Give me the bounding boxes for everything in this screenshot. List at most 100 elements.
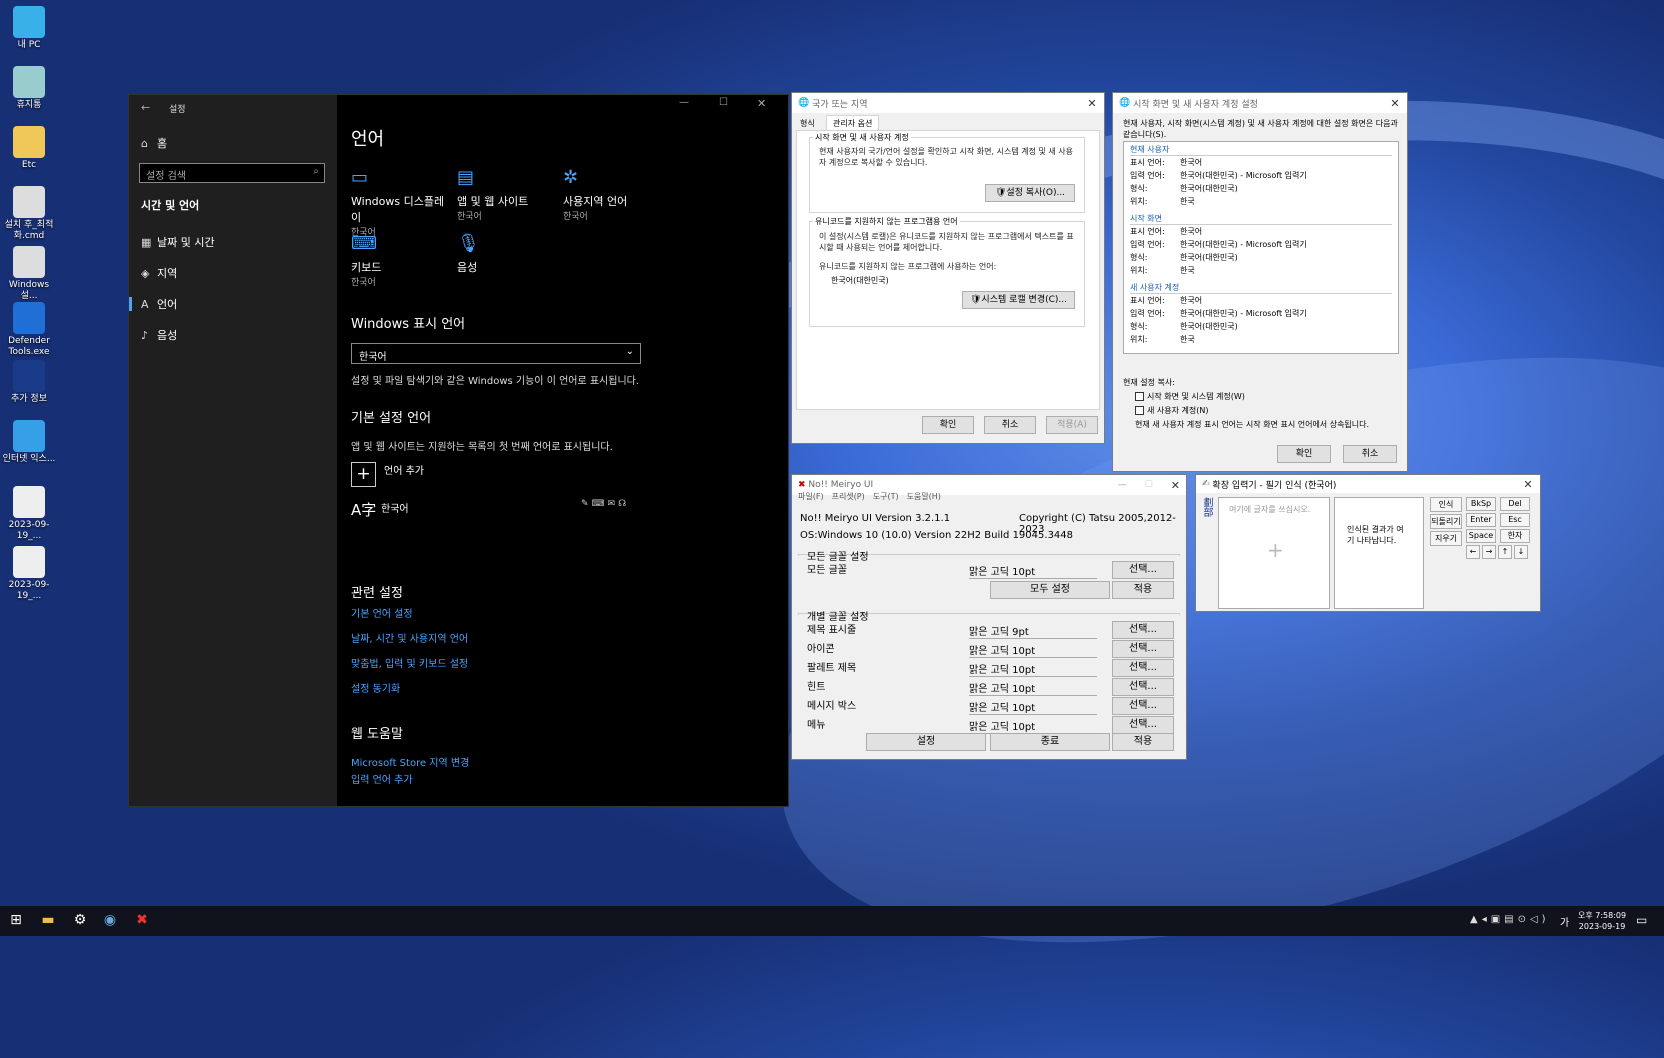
notification-icon[interactable]: ▭ — [1636, 913, 1647, 927]
display-lang-select[interactable]: 한국어 ⌄ — [351, 343, 641, 364]
ime-key[interactable]: 한자 — [1500, 529, 1530, 543]
writing-pad[interactable]: 여기에 글자를 쓰십시오. + — [1218, 497, 1330, 609]
nav-home[interactable]: ⌂ 홈 — [141, 135, 167, 151]
cancel-button[interactable]: 취소 — [984, 416, 1036, 434]
tab-format[interactable]: 형식 — [800, 118, 815, 129]
browser-icon[interactable]: ◉ — [100, 912, 120, 930]
ok-button[interactable]: 확인 — [1277, 445, 1331, 463]
checkbox-welcome-screen[interactable]: 시작 화면 및 시스템 계정(W) — [1135, 391, 1245, 402]
ime-key[interactable]: ← — [1466, 545, 1480, 559]
ime-key[interactable]: Enter — [1466, 513, 1496, 527]
exit-button[interactable]: 종료 — [990, 733, 1110, 751]
copy-settings-button[interactable]: 🛡설정 복사(O)... — [985, 184, 1075, 202]
language-tile[interactable]: 🎙 음성 — [457, 233, 557, 275]
font-select-button[interactable]: 선택... — [1112, 716, 1174, 734]
side-mode-buttons[interactable]: 劃部 — [1199, 497, 1213, 517]
desktop-icon[interactable]: Defender Tools.exe — [0, 302, 58, 358]
sidebar-item[interactable]: ◈ 지역 — [141, 265, 177, 281]
close-icon[interactable]: ✕ — [1080, 97, 1104, 110]
change-locale-button[interactable]: 🛡시스템 로캘 변경(C)... — [962, 291, 1075, 309]
desktop-icon[interactable]: 2023-09-19_... — [0, 486, 58, 542]
all-select-button[interactable]: 선택... — [1112, 561, 1174, 579]
minimize-icon[interactable]: — — [1118, 480, 1127, 490]
apply-button[interactable]: 적용(A) — [1046, 416, 1098, 434]
ime-key[interactable]: → — [1482, 545, 1496, 559]
language-tile[interactable]: ⌨ 키보드 한국어 — [351, 233, 451, 288]
summary-value: 한국어(대한민국) — [1180, 322, 1238, 331]
desktop-icon[interactable]: 인터넷 익스... — [0, 420, 58, 465]
ime-key[interactable]: BkSp — [1466, 497, 1496, 511]
search-input[interactable]: 설정 검색 ⌕ — [139, 163, 325, 183]
ime-key[interactable]: ↓ — [1514, 545, 1528, 559]
minimize-icon[interactable]: — — [679, 97, 689, 108]
language-item[interactable]: 한국어 — [381, 500, 409, 515]
start-windows-icon[interactable]: ⊞ — [6, 912, 26, 930]
related-link[interactable]: 맞춤법, 입력 및 키보드 설정 — [351, 655, 468, 670]
ime-action-button[interactable]: 지우기 — [1430, 531, 1462, 546]
maximize-icon[interactable]: ☐ — [719, 97, 728, 108]
ime-key[interactable]: Del — [1500, 497, 1530, 511]
ime-indicator[interactable]: 가 — [1560, 914, 1569, 929]
menu-item[interactable]: 프리셋(P) — [832, 492, 865, 501]
desktop-icon[interactable]: 추가 정보 — [0, 360, 58, 405]
font-select-button[interactable]: 선택... — [1112, 621, 1174, 639]
ime-key[interactable]: Space — [1466, 529, 1496, 543]
ime-key[interactable]: Esc — [1500, 513, 1530, 527]
font-select-button[interactable]: 선택... — [1112, 659, 1174, 677]
close-icon[interactable]: ✕ — [1516, 478, 1540, 491]
region-icon: ◈ — [141, 267, 150, 280]
checkbox-new-user[interactable]: 새 사용자 계정(N) — [1135, 405, 1208, 416]
file-explorer-icon[interactable]: ▬ — [38, 912, 58, 930]
desktop-icon[interactable]: 휴지통 — [0, 66, 58, 111]
all-apply-button[interactable]: 적용 — [1112, 581, 1174, 599]
meiryo-app-icon[interactable]: ✖ — [132, 912, 152, 930]
sidebar-item[interactable]: ♪ 음성 — [141, 327, 177, 343]
sidebar-item[interactable]: A 언어 — [141, 296, 177, 312]
apply-button[interactable]: 적용 — [1112, 733, 1174, 751]
language-tile[interactable]: ▤ 앱 및 웹 사이트 한국어 — [457, 167, 557, 222]
ok-button[interactable]: 확인 — [922, 416, 974, 434]
system-tray-icons[interactable]: ▲◂▣▤⊙◁) — [1470, 914, 1550, 925]
font-select-button[interactable]: 선택... — [1112, 697, 1174, 715]
add-language-button[interactable]: + — [351, 462, 376, 487]
desktop-icon[interactable]: 2023-09-19_... — [0, 546, 58, 602]
microphone-icon: ♪ — [141, 329, 149, 342]
ime-action-button[interactable]: 인식 — [1430, 497, 1462, 512]
language-tile[interactable]: ▭ Windows 디스플레이 한국어 — [351, 167, 451, 238]
close-icon[interactable]: ✕ — [757, 97, 766, 110]
desktop-icon[interactable]: 내 PC — [0, 6, 58, 51]
ime-key[interactable]: ↑ — [1498, 545, 1512, 559]
desktop-icon[interactable]: Windows 설... — [0, 246, 58, 302]
language-glyph-icon: A字 — [351, 501, 377, 519]
related-link[interactable]: 날짜, 시간 및 사용지역 언어 — [351, 630, 468, 645]
related-link[interactable]: 기본 언어 설정 — [351, 605, 413, 620]
back-arrow-icon[interactable]: ← — [141, 101, 150, 114]
clock[interactable]: 오후 7:58:09 2023-09-19 — [1578, 910, 1626, 932]
font-select-button[interactable]: 선택... — [1112, 678, 1174, 696]
close-icon[interactable]: ✕ — [1383, 97, 1407, 110]
os-label: OS:Windows 10 (10.0) Version 22H2 Build … — [800, 530, 1074, 541]
add-language-label[interactable]: 언어 추가 — [384, 462, 424, 477]
help-link[interactable]: Microsoft Store 지역 변경 — [351, 754, 469, 769]
summary-section-title: 새 사용자 계정 — [1130, 282, 1392, 294]
font-select-button[interactable]: 선택... — [1112, 640, 1174, 658]
menu-item[interactable]: 파일(F) — [798, 492, 824, 501]
maximize-icon[interactable]: ☐ — [1145, 480, 1153, 490]
calendar-clock-icon: ▦ — [141, 236, 152, 249]
help-link[interactable]: 입력 언어 추가 — [351, 771, 413, 786]
settings-gear-icon[interactable]: ⚙ — [70, 912, 90, 930]
menu-item[interactable]: 도움말(H) — [907, 492, 941, 501]
desktop-icon[interactable]: 설치 후_최적화.cmd — [0, 186, 58, 242]
menu-item[interactable]: 도구(T) — [873, 492, 899, 501]
sidebar-item[interactable]: ▦ 날짜 및 시간 — [141, 234, 215, 250]
related-link[interactable]: 설정 동기화 — [351, 680, 400, 695]
set-all-button[interactable]: 모두 설정 — [990, 581, 1110, 599]
language-tile[interactable]: ✲ 사용지역 언어 한국어 — [563, 167, 663, 222]
tab-admin[interactable]: 관리자 옵션 — [826, 115, 880, 131]
set-button[interactable]: 설정 — [866, 733, 986, 751]
ime-action-button[interactable]: 되돌리기 — [1430, 514, 1462, 529]
desktop-icon[interactable]: Etc — [0, 126, 58, 171]
close-icon[interactable]: ✕ — [1171, 479, 1180, 492]
cancel-button[interactable]: 취소 — [1343, 445, 1397, 463]
settings-sidebar: ← 설정 ⌂ 홈 설정 검색 ⌕ 시간 및 언어 ▦ 날짜 및 시간 ◈ 지역 A 언어 ♪ 음… — [129, 95, 337, 806]
